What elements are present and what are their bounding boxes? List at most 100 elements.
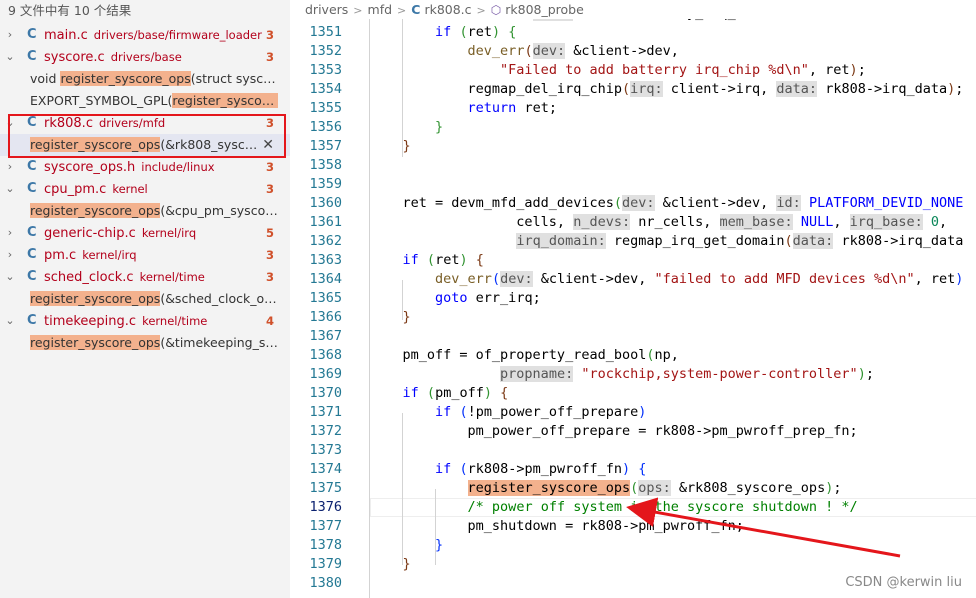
- code-editor[interactable]: drivers>mfd>Crk808.c>⬡rk808_probe 1350 d…: [290, 0, 976, 598]
- indent-guide: [402, 280, 403, 320]
- match-count-badge: 5: [265, 226, 274, 240]
- code-line[interactable]: 1357 }: [290, 137, 976, 156]
- search-file-row[interactable]: ⌄ Csched_clock.c kernel/time 3: [0, 266, 290, 288]
- c-file-icon: C: [27, 181, 37, 196]
- code-line[interactable]: 1374 if (rk808->pm_pwroff_fn) {: [290, 460, 976, 479]
- match-count-badge: 3: [265, 248, 274, 262]
- code-line[interactable]: 1354 regmap_del_irq_chip(irq: client->ir…: [290, 80, 976, 99]
- code-line[interactable]: 1368 pm_off = of_property_read_bool(np,: [290, 346, 976, 365]
- search-file-path: kernel/time: [142, 314, 208, 328]
- code-line[interactable]: 1373: [290, 441, 976, 460]
- search-file-label: main.c drivers/base/firmware_loader: [44, 24, 262, 46]
- search-match-row[interactable]: void register_syscore_ops(struct syscore…: [0, 68, 290, 90]
- code-line[interactable]: 1376 /* power off system in the syscore …: [290, 498, 976, 517]
- search-results-panel: 9 文件中有 10 个结果 › Cmain.c drivers/base/firmw…: [0, 0, 290, 598]
- code-text: "Failed to add batterry irq_chip %d\n", …: [500, 62, 866, 78]
- code-line[interactable]: 1372 pm_power_off_prepare = rk808->pm_pw…: [290, 422, 976, 441]
- code-line[interactable]: 1370 if (pm_off) {: [290, 384, 976, 403]
- match-highlight-text: register_syscore_ops: [30, 291, 161, 306]
- code-line[interactable]: 1353 "Failed to add batterry irq_chip %d…: [290, 61, 976, 80]
- search-match-row[interactable]: EXPORT_SYMBOL_GPL(register_syscore_ops);: [0, 90, 290, 112]
- code-text: }: [435, 119, 444, 135]
- code-line[interactable]: 1358: [290, 156, 976, 175]
- search-file-row[interactable]: › Csyscore_ops.h include/linux 3: [0, 156, 290, 178]
- search-file-name: pm.c: [44, 248, 77, 263]
- match-after-text: (&sched_clock_ops);: [160, 291, 278, 306]
- code-line[interactable]: 1351 if (ret) {: [290, 23, 976, 42]
- search-summary: 9 文件中有 10 个结果: [8, 3, 132, 18]
- chevron-down-icon[interactable]: ⌄: [4, 178, 16, 200]
- code-line[interactable]: 1361 cells, n_devs: nr_cells, mem_base: …: [290, 213, 976, 232]
- code-line[interactable]: 1365 goto err_irq;: [290, 289, 976, 308]
- code-text: if (pm_off) {: [402, 385, 509, 401]
- search-file-row[interactable]: › Cpm.c kernel/irq 3: [0, 244, 290, 266]
- code-line[interactable]: 1375 register_syscore_ops(ops: &rk808_sy…: [290, 479, 976, 498]
- code-line[interactable]: 1356 }: [290, 118, 976, 137]
- search-file-row[interactable]: ⌄ Ccpu_pm.c kernel 3: [0, 178, 290, 200]
- chevron-down-icon[interactable]: ⌄: [4, 46, 16, 68]
- search-file-label: cpu_pm.c kernel: [44, 178, 148, 200]
- search-match-text: void register_syscore_ops(struct syscore…: [30, 68, 278, 90]
- code-text: if (ret) {: [435, 24, 517, 40]
- line-number: 1367: [309, 328, 342, 344]
- code-text: if (rk808->pm_pwroff_fn) {: [435, 461, 647, 477]
- code-line[interactable]: 1366 }: [290, 308, 976, 327]
- code-line[interactable]: 1364 dev_err(dev: &client->dev, "failed …: [290, 270, 976, 289]
- code-line[interactable]: 1359: [290, 175, 976, 194]
- line-number: 1378: [309, 537, 342, 553]
- code-line[interactable]: 1369 propname: "rockchip,system-power-co…: [290, 365, 976, 384]
- match-before-text: EXPORT_SYMBOL_GPL(: [30, 93, 173, 108]
- search-file-label: pm.c kernel/irq: [44, 244, 137, 266]
- code-line[interactable]: 1377 pm_shutdown = rk808->pm_pwroff_fn;: [290, 517, 976, 536]
- code-line[interactable]: 1371 if (!pm_power_off_prepare): [290, 403, 976, 422]
- search-match-text: register_syscore_ops(&timekeeping_syscor…: [30, 332, 278, 354]
- line-number: 1376: [309, 499, 342, 515]
- breadcrumb-item-drivers[interactable]: drivers: [305, 2, 348, 17]
- code-text: /* power off system in the syscore shutd…: [467, 499, 858, 515]
- code-line[interactable]: 1379 }: [290, 555, 976, 574]
- line-number: 1370: [309, 385, 342, 401]
- line-number: 1356: [309, 119, 342, 135]
- chevron-right-icon[interactable]: ›: [4, 222, 16, 244]
- search-match-row[interactable]: register_syscore_ops(&timekeeping_syscor…: [0, 332, 290, 354]
- c-file-icon: C: [27, 27, 37, 42]
- code-line[interactable]: 1352 dev_err(dev: &client->dev,: [290, 42, 976, 61]
- line-number: 1363: [309, 252, 342, 268]
- code-text: pm_power_off_prepare = rk808->pm_pwroff_…: [370, 423, 858, 439]
- line-number: 1369: [309, 366, 342, 382]
- code-text: pm_shutdown = rk808->pm_pwroff_fn;: [370, 518, 744, 534]
- match-after-text: (struct syscore_ops *ops): [190, 71, 278, 86]
- chevron-right-icon[interactable]: ›: [4, 24, 16, 46]
- search-file-row[interactable]: › Cmain.c drivers/base/firmware_loader 3: [0, 24, 290, 46]
- code-line[interactable]: 1378 }: [290, 536, 976, 555]
- breadcrumb-item-mfd[interactable]: mfd: [368, 2, 393, 17]
- search-match-row[interactable]: register_syscore_ops(&sched_clock_ops);: [0, 288, 290, 310]
- chevron-down-icon[interactable]: ⌄: [4, 310, 16, 332]
- chevron-down-icon[interactable]: ⌄: [4, 266, 16, 288]
- breadcrumb-item-function[interactable]: rk808_probe: [505, 2, 584, 17]
- annotation-highlight-box: [8, 114, 286, 158]
- search-match-row[interactable]: register_syscore_ops(&cpu_pm_syscore_ops…: [0, 200, 290, 222]
- search-file-row[interactable]: › Cgeneric-chip.c kernel/irq 5: [0, 222, 290, 244]
- chevron-right-icon[interactable]: ›: [4, 244, 16, 266]
- code-line[interactable]: 1360 ret = devm_mfd_add_devices(dev: &cl…: [290, 194, 976, 213]
- search-file-name: generic-chip.c: [44, 226, 136, 241]
- code-text: irq_domain: regmap_irq_get_domain(data: …: [516, 233, 964, 249]
- breadcrumb-item-file[interactable]: rk808.c: [424, 2, 471, 17]
- c-file-icon: C: [411, 2, 421, 17]
- chevron-right-icon[interactable]: ›: [4, 156, 16, 178]
- c-file-icon: C: [27, 49, 37, 64]
- code-line[interactable]: 1362 irq_domain: regmap_irq_get_domain(d…: [290, 232, 976, 251]
- chevron-right-icon: >: [353, 4, 363, 17]
- line-number: 1351: [309, 24, 342, 40]
- search-file-name: syscore.c: [44, 50, 105, 65]
- chevron-right-icon: >: [397, 4, 407, 17]
- search-file-row[interactable]: ⌄ Csyscore.c drivers/base 3: [0, 46, 290, 68]
- code-line[interactable]: 1363 if (ret) {: [290, 251, 976, 270]
- code-text: if (!pm_power_off_prepare): [435, 404, 647, 420]
- code-line[interactable]: 1367: [290, 327, 976, 346]
- line-number: 1365: [309, 290, 342, 306]
- indent-guide: [402, 413, 403, 565]
- search-file-row[interactable]: ⌄ Ctimekeeping.c kernel/time 4: [0, 310, 290, 332]
- code-line[interactable]: 1355 return ret;: [290, 99, 976, 118]
